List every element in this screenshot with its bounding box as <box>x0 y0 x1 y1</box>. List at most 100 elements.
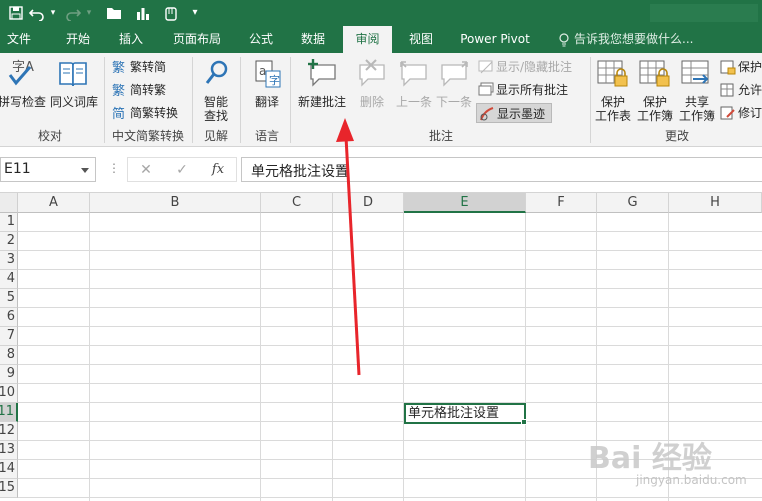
watermark-logo: Bai 经验 <box>588 441 712 476</box>
tab-file[interactable]: 文件 <box>0 26 38 53</box>
thesaurus-button[interactable]: 同义词库 <box>48 57 100 113</box>
column-header-g[interactable]: G <box>597 193 669 213</box>
fill-handle[interactable] <box>521 419 527 425</box>
group-divider <box>104 57 105 143</box>
grid-vline <box>403 213 404 501</box>
grid-hline <box>18 364 762 365</box>
show-all-comments-button[interactable]: 显示所有批注 <box>478 80 588 100</box>
translate-button[interactable]: a 字 翻译 <box>246 57 288 113</box>
tab-home[interactable]: 开始 <box>52 26 104 53</box>
row-header-12[interactable]: 12 <box>0 422 18 441</box>
row-header-11[interactable]: 11 <box>0 403 18 422</box>
row-header-6[interactable]: 6 <box>0 308 18 327</box>
save-icon[interactable] <box>6 3 26 23</box>
spell-check-button[interactable]: 字A 拼写检查 <box>0 57 46 113</box>
grid-vline <box>525 213 526 501</box>
column-header-e[interactable]: E <box>404 193 526 213</box>
simp-to-trad-button[interactable]: 繁 简转繁 <box>112 80 192 100</box>
convert-icon: 简 <box>112 106 125 121</box>
row-header-9[interactable]: 9 <box>0 365 18 384</box>
row-header-13[interactable]: 13 <box>0 441 18 460</box>
formula-bar-grip-icon[interactable]: ⋮ <box>108 161 120 175</box>
tab-review[interactable]: 审阅 <box>343 26 392 53</box>
next-comment-button[interactable]: 下一条 <box>434 57 474 113</box>
svg-text:繁: 繁 <box>112 60 125 75</box>
column-header-a[interactable]: A <box>18 193 90 213</box>
trad-to-simp-button[interactable]: 繁 繁转简 <box>112 57 192 77</box>
row-header-14[interactable]: 14 <box>0 460 18 479</box>
select-all-corner[interactable] <box>0 193 18 213</box>
column-header-b[interactable]: B <box>90 193 261 213</box>
redo-icon[interactable] <box>62 3 84 23</box>
protect-workbook-icon <box>639 60 670 87</box>
lightbulb-icon <box>559 33 569 47</box>
row-header-15[interactable]: 15 <box>0 479 18 498</box>
insert-function-icon[interactable]: fx <box>207 160 229 180</box>
protect-share-icon <box>720 60 736 75</box>
protect-workbook-button[interactable]: 保护 工作簿 <box>634 57 676 125</box>
row-header-4[interactable]: 4 <box>0 270 18 289</box>
column-header-d[interactable]: D <box>333 193 404 213</box>
grid-vline <box>332 213 333 501</box>
title-blur <box>650 4 758 22</box>
cancel-icon[interactable]: ✕ <box>135 160 157 180</box>
tab-power-pivot[interactable]: Power Pivot <box>452 26 538 53</box>
row-header-1[interactable]: 1 <box>0 213 18 232</box>
protect-share-button[interactable]: 保护 <box>720 57 762 77</box>
enter-icon[interactable]: ✓ <box>171 160 193 180</box>
chevron-down-icon[interactable] <box>81 168 89 173</box>
svg-text:简: 简 <box>112 106 125 121</box>
trad-to-simp-icon: 繁 <box>112 60 125 75</box>
group-label-proofing: 校对 <box>37 129 62 143</box>
redo-dropdown-icon[interactable]: ▾ <box>84 3 94 23</box>
customize-qat-icon[interactable]: ▾ <box>188 3 202 23</box>
formula-input[interactable]: 单元格批注设置 <box>241 157 762 182</box>
next-comment-icon <box>441 61 468 87</box>
grid-hline <box>18 326 762 327</box>
grid-vline <box>89 213 90 501</box>
row-header-10[interactable]: 10 <box>0 384 18 403</box>
protect-sheet-button[interactable]: 保护 工作表 <box>592 57 634 125</box>
row-header-5[interactable]: 5 <box>0 289 18 308</box>
formula-content: 单元格批注设置 <box>251 164 349 180</box>
grid-hline <box>18 383 762 384</box>
tab-view[interactable]: 视图 <box>398 26 444 53</box>
grid-hline <box>18 269 762 270</box>
row-header-3[interactable]: 3 <box>0 251 18 270</box>
show-hide-comment-icon <box>478 60 493 74</box>
tab-insert[interactable]: 插入 <box>108 26 154 53</box>
convert-button[interactable]: 简 简繁转换 <box>112 103 192 123</box>
open-folder-icon[interactable] <box>104 3 126 23</box>
tell-me-search[interactable]: 告诉我您想要做什么... <box>574 26 693 53</box>
column-header-h[interactable]: H <box>669 193 762 213</box>
share-workbook-button[interactable]: 共享 工作簿 <box>676 57 718 125</box>
name-box[interactable]: E11 <box>0 157 96 182</box>
undo-icon[interactable] <box>26 3 48 23</box>
touch-mode-icon[interactable] <box>160 3 182 23</box>
tab-formulas[interactable]: 公式 <box>238 26 284 53</box>
previous-comment-icon <box>400 61 427 87</box>
tab-data[interactable]: 数据 <box>290 26 336 53</box>
grid-hline <box>18 231 762 232</box>
bar-chart-icon[interactable] <box>132 3 154 23</box>
new-comment-button[interactable]: 新建批注 <box>295 57 349 113</box>
row-header-7[interactable]: 7 <box>0 327 18 346</box>
show-hide-comment-button[interactable]: 显示/隐藏批注 <box>478 57 588 77</box>
track-changes-button[interactable]: 修订 <box>720 103 762 123</box>
protect-sheet-icon <box>597 60 628 87</box>
column-header-c[interactable]: C <box>261 193 333 213</box>
allow-edit-ranges-button[interactable]: 允许 <box>720 80 762 100</box>
undo-dropdown-icon[interactable]: ▾ <box>48 3 58 23</box>
smart-lookup-button[interactable]: 智能 查找 <box>196 57 236 125</box>
row-header-8[interactable]: 8 <box>0 346 18 365</box>
row-header-2[interactable]: 2 <box>0 232 18 251</box>
grid-hline <box>18 402 762 403</box>
delete-comment-button[interactable]: 删除 <box>352 57 392 113</box>
previous-comment-button[interactable]: 上一条 <box>394 57 434 113</box>
title-bar: ▾ ▾ ▾ <box>0 0 762 26</box>
column-header-f[interactable]: F <box>526 193 597 213</box>
show-ink-button[interactable]: 显示墨迹 <box>476 103 552 123</box>
active-cell-e11[interactable]: 单元格批注设置 <box>404 403 526 424</box>
grid-hline <box>18 288 762 289</box>
tab-page-layout[interactable]: 页面布局 <box>164 26 230 53</box>
